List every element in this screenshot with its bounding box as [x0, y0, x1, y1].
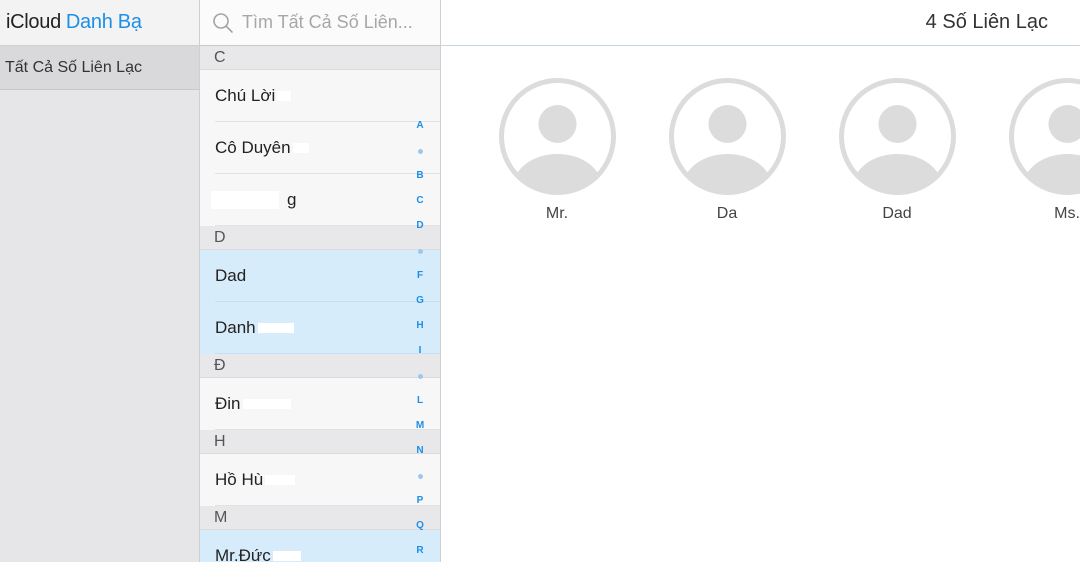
section-header-m: M	[200, 506, 440, 530]
search-bar[interactable]	[200, 0, 440, 46]
index-dot[interactable]	[408, 141, 432, 166]
section-header-c: C	[200, 46, 440, 70]
redaction-block	[265, 475, 296, 485]
index-letter[interactable]: B	[408, 166, 432, 191]
index-dot[interactable]	[408, 241, 432, 266]
card-name: Mr.	[545, 205, 569, 222]
redaction-block	[242, 399, 291, 409]
contact-row-selected[interactable]: Dad	[200, 250, 440, 302]
avatar-placeholder-icon	[1008, 78, 1080, 195]
contact-name: Đin	[215, 394, 241, 413]
contact-card[interactable]: Da	[667, 78, 787, 223]
redaction-block	[277, 91, 292, 101]
sidebar-item-all-contacts[interactable]: Tất Cả Số Liên Lạc	[0, 46, 199, 90]
contact-name: Chú Lời	[215, 86, 276, 105]
contact-name: Mr.Đức	[215, 546, 271, 562]
index-letter[interactable]: M	[408, 416, 432, 441]
contact-card[interactable]: Mr.	[497, 78, 617, 223]
contact-row-selected[interactable]: Danh	[200, 302, 440, 354]
section-header-h: H	[200, 430, 440, 454]
contact-count: 4 Số Liên Lạc	[925, 11, 1048, 33]
index-letter[interactable]: P	[408, 491, 432, 516]
index-letter[interactable]: H	[408, 316, 432, 341]
contact-name: Cô Duyên	[215, 138, 291, 157]
index-letter[interactable]: I	[408, 341, 432, 366]
avatar-placeholder-icon	[668, 78, 786, 195]
detail-header: 4 Số Liên Lạc	[441, 0, 1080, 46]
section-header-dd: Đ	[200, 354, 440, 378]
brand-label: iCloud	[6, 11, 61, 33]
contact-name: Hồ Hù	[215, 470, 264, 489]
section-header-d: D	[200, 226, 440, 250]
contact-row[interactable]: Đin	[200, 378, 440, 430]
contact-name: Danh	[215, 318, 256, 337]
search-icon	[213, 12, 233, 33]
card-name: Ms.	[1054, 205, 1080, 222]
section-letter: C	[214, 48, 226, 66]
contact-row[interactable]: Hồ Hù	[200, 454, 440, 506]
index-letter[interactable]: C	[408, 191, 432, 216]
redaction-block	[257, 323, 294, 333]
index-dot[interactable]	[408, 466, 432, 491]
contact-name: g	[287, 190, 297, 209]
card-name: Dad	[882, 205, 912, 222]
index-letter[interactable]: D	[408, 216, 432, 241]
redaction-block	[272, 551, 301, 561]
contact-list-pane: C Chú Lời Cô Duyên g D Dad Danh Đ Đin H …	[200, 0, 441, 562]
contact-name: Dad	[215, 266, 247, 285]
index-dot[interactable]	[408, 366, 432, 391]
sidebar-header: iCloud Danh Bạ	[0, 0, 199, 46]
index-letter[interactable]: L	[408, 391, 432, 416]
index-letter[interactable]: A	[408, 116, 432, 141]
section-letter: Đ	[214, 356, 226, 374]
search-input[interactable]	[240, 11, 434, 34]
index-letter[interactable]: F	[408, 266, 432, 291]
card-name: Da	[716, 205, 738, 222]
avatar-placeholder-icon	[838, 78, 956, 195]
contact-card[interactable]: Dad	[837, 78, 957, 223]
section-letter: D	[214, 228, 226, 246]
redaction-block	[211, 191, 279, 209]
index-letter[interactable]: Q	[408, 516, 432, 541]
detail-pane: 4 Số Liên Lạc Mr. Da Dad Ms.	[441, 0, 1080, 562]
avatar-placeholder-icon	[498, 78, 616, 195]
contact-row[interactable]: Cô Duyên	[200, 122, 440, 174]
contact-row-selected[interactable]: Mr.Đức	[200, 530, 440, 562]
redaction-block	[292, 143, 309, 153]
index-letter[interactable]: N	[408, 441, 432, 466]
index-letter[interactable]: G	[408, 291, 432, 316]
contact-card-grid: Mr. Da Dad Ms.	[441, 78, 1080, 238]
contact-card[interactable]: Ms.	[1007, 78, 1080, 223]
index-letter[interactable]: R	[408, 541, 432, 562]
app-name[interactable]: Danh Bạ	[66, 11, 142, 34]
contact-row[interactable]: g	[200, 174, 440, 226]
sidebar: iCloud Danh Bạ Tất Cả Số Liên Lạc	[0, 0, 200, 562]
contact-row[interactable]: Chú Lời	[200, 70, 440, 122]
sidebar-item-label: Tất Cả Số Liên Lạc	[5, 58, 142, 76]
alphabet-index[interactable]: A B C D F G H I L M N P Q R	[408, 116, 432, 562]
section-letter: M	[214, 508, 228, 526]
section-letter: H	[214, 432, 226, 450]
